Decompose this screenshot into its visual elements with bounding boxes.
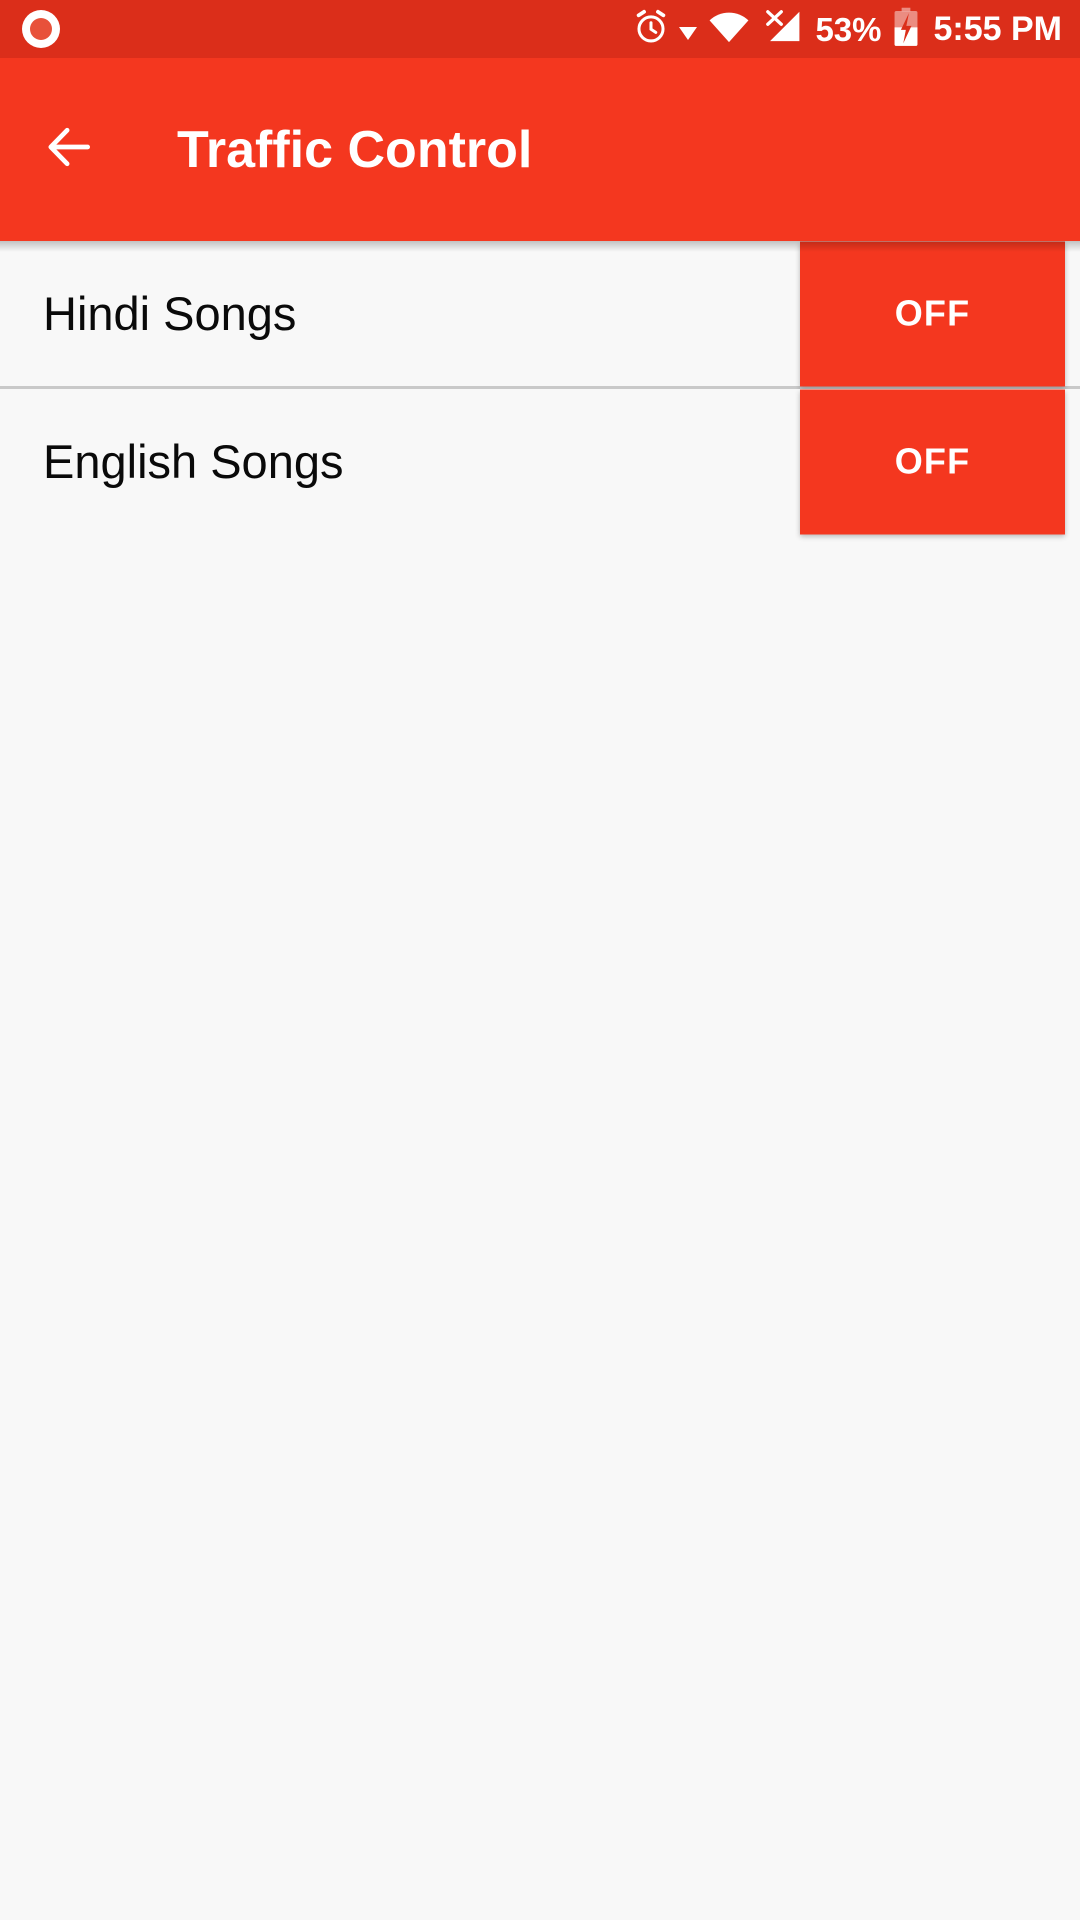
alarm-clock-icon [632,8,670,51]
page-title: Traffic Control [177,120,533,179]
toggle-button-hindi-songs[interactable]: OFF [800,241,1065,386]
traffic-control-screen: 53% 5:55 PM Traffic Control Hindi Songs … [0,0,1080,1920]
battery-percent-label: 53% [815,10,882,48]
dropdown-caret-icon [679,26,698,40]
clock-label: 5:55 PM [933,10,1063,48]
app-bar: Traffic Control [0,58,1080,241]
list-item[interactable]: Hindi Songs OFF [0,241,1080,386]
back-button[interactable] [38,119,100,181]
list-item[interactable]: English Songs OFF [0,389,1080,534]
toggle-button-english-songs[interactable]: OFF [800,389,1065,534]
battery-charging-icon [893,7,919,52]
record-circle-icon [22,10,60,48]
back-arrow-icon [41,119,97,180]
traffic-control-list: Hindi Songs OFF English Songs OFF [0,241,1080,534]
empty-content-area [0,584,1080,1920]
status-bar-system-icons: 53% 5:55 PM [632,7,1062,52]
wifi-full-icon [707,9,751,50]
no-signal-x-icon [762,8,804,51]
status-bar: 53% 5:55 PM [0,0,1080,58]
status-bar-notifications [22,10,60,48]
